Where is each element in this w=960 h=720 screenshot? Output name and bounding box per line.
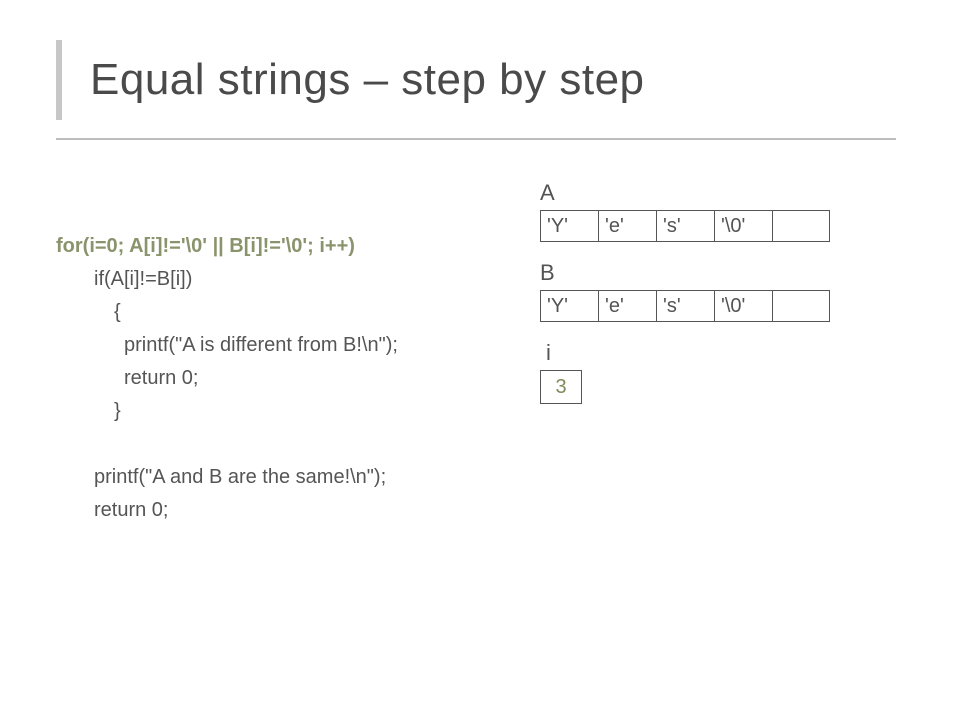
array-b-cell: 'e' xyxy=(598,290,656,322)
code-printf-diff: printf("A is different from B!\n"); xyxy=(56,329,398,362)
code-printf-same: printf("A and B are the same!\n"); xyxy=(56,461,398,494)
array-a-cell: '\0' xyxy=(714,210,772,242)
array-a-cell: 'e' xyxy=(598,210,656,242)
i-var: i 3 xyxy=(540,340,830,404)
code-return-b: return 0; xyxy=(56,494,398,527)
array-a-cell: 's' xyxy=(656,210,714,242)
label-a: A xyxy=(540,180,830,206)
label-b: B xyxy=(540,260,830,286)
i-value-cell: 3 xyxy=(540,370,582,404)
code-return-a: return 0; xyxy=(56,362,398,395)
code-if-line: if(A[i]!=B[i]) xyxy=(56,263,398,296)
code-for-line: for(i=0; A[i]!='\0' || B[i]!='\0'; i++) xyxy=(56,235,355,257)
title-block: Equal strings – step by step xyxy=(56,40,645,120)
array-b: 'Y' 'e' 's' '\0' xyxy=(540,290,830,322)
array-b-cell: 's' xyxy=(656,290,714,322)
code-brace-close: } xyxy=(56,395,398,428)
array-b-cell xyxy=(772,290,830,322)
variables-panel: A 'Y' 'e' 's' '\0' B 'Y' 'e' 's' '\0' i … xyxy=(540,180,830,404)
array-a-cell xyxy=(772,210,830,242)
array-b-cell: '\0' xyxy=(714,290,772,322)
slide-title: Equal strings – step by step xyxy=(90,55,645,105)
title-accent-bar xyxy=(56,40,62,120)
array-b-cell: 'Y' xyxy=(540,290,598,322)
array-a-cell: 'Y' xyxy=(540,210,598,242)
label-i: i xyxy=(546,340,830,366)
slide: Equal strings – step by step for(i=0; A[… xyxy=(0,0,960,720)
code-block: for(i=0; A[i]!='\0' || B[i]!='\0'; i++) … xyxy=(56,230,398,527)
code-brace-open: { xyxy=(56,296,398,329)
title-underline xyxy=(56,138,896,140)
array-a: 'Y' 'e' 's' '\0' xyxy=(540,210,830,242)
